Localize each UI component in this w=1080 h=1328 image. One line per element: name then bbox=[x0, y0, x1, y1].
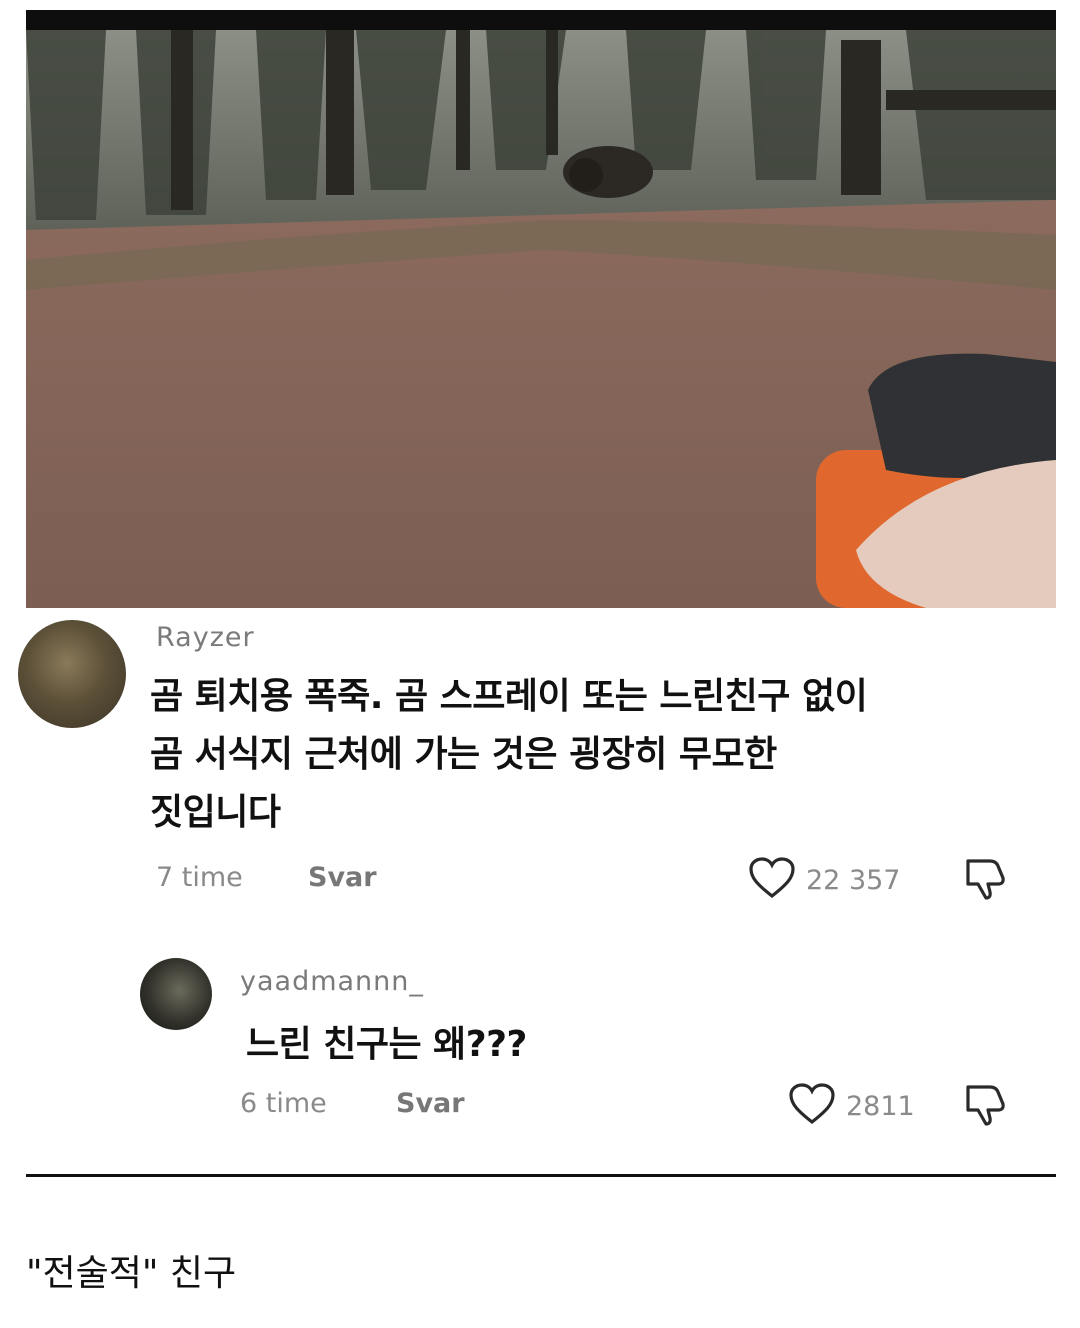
thumbs-down-icon bbox=[960, 1082, 1010, 1132]
comment-username[interactable]: Rayzer bbox=[156, 622, 255, 653]
dislike-button[interactable] bbox=[960, 1082, 1010, 1132]
video-frame[interactable] bbox=[26, 30, 1056, 608]
thumbs-down-icon bbox=[960, 856, 1010, 906]
comment-text-line: 곰 서식지 근처에 가는 것은 굉장히 무모한 bbox=[150, 734, 777, 775]
like-count: 22 357 bbox=[806, 864, 901, 896]
like-button[interactable]: 22 357 bbox=[748, 856, 900, 904]
dislike-button[interactable] bbox=[960, 856, 1010, 906]
avatar-yaadmannn[interactable] bbox=[140, 958, 212, 1030]
bear-trail-video-image bbox=[26, 30, 1056, 608]
like-button[interactable]: 2811 bbox=[788, 1082, 915, 1130]
post-caption: "전술적" 친구 bbox=[26, 1253, 237, 1294]
reply-button[interactable]: Svar bbox=[308, 862, 377, 893]
comment-text-line: 곰 퇴치용 폭죽. 곰 스프레이 또는 느린친구 없이 bbox=[150, 676, 868, 717]
avatar-rayzer[interactable] bbox=[18, 620, 126, 728]
divider bbox=[26, 1174, 1056, 1177]
like-count: 2811 bbox=[846, 1090, 915, 1122]
heart-outline-icon bbox=[748, 856, 796, 904]
reply-button[interactable]: Svar bbox=[396, 1088, 465, 1119]
comment-text: 곰 퇴치용 폭죽. 곰 스프레이 또는 느린친구 없이 곰 서식지 근처에 가는… bbox=[150, 668, 980, 842]
heart-outline-icon bbox=[788, 1082, 836, 1130]
comment-time: 7 time bbox=[156, 862, 243, 893]
comment-text-line: 짓입니다 bbox=[150, 792, 281, 833]
comment-username[interactable]: yaadmannn_ bbox=[240, 966, 424, 997]
comment-time: 6 time bbox=[240, 1088, 327, 1119]
comment-text: 느린 친구는 왜??? bbox=[246, 1024, 527, 1065]
top-bar bbox=[26, 10, 1056, 30]
